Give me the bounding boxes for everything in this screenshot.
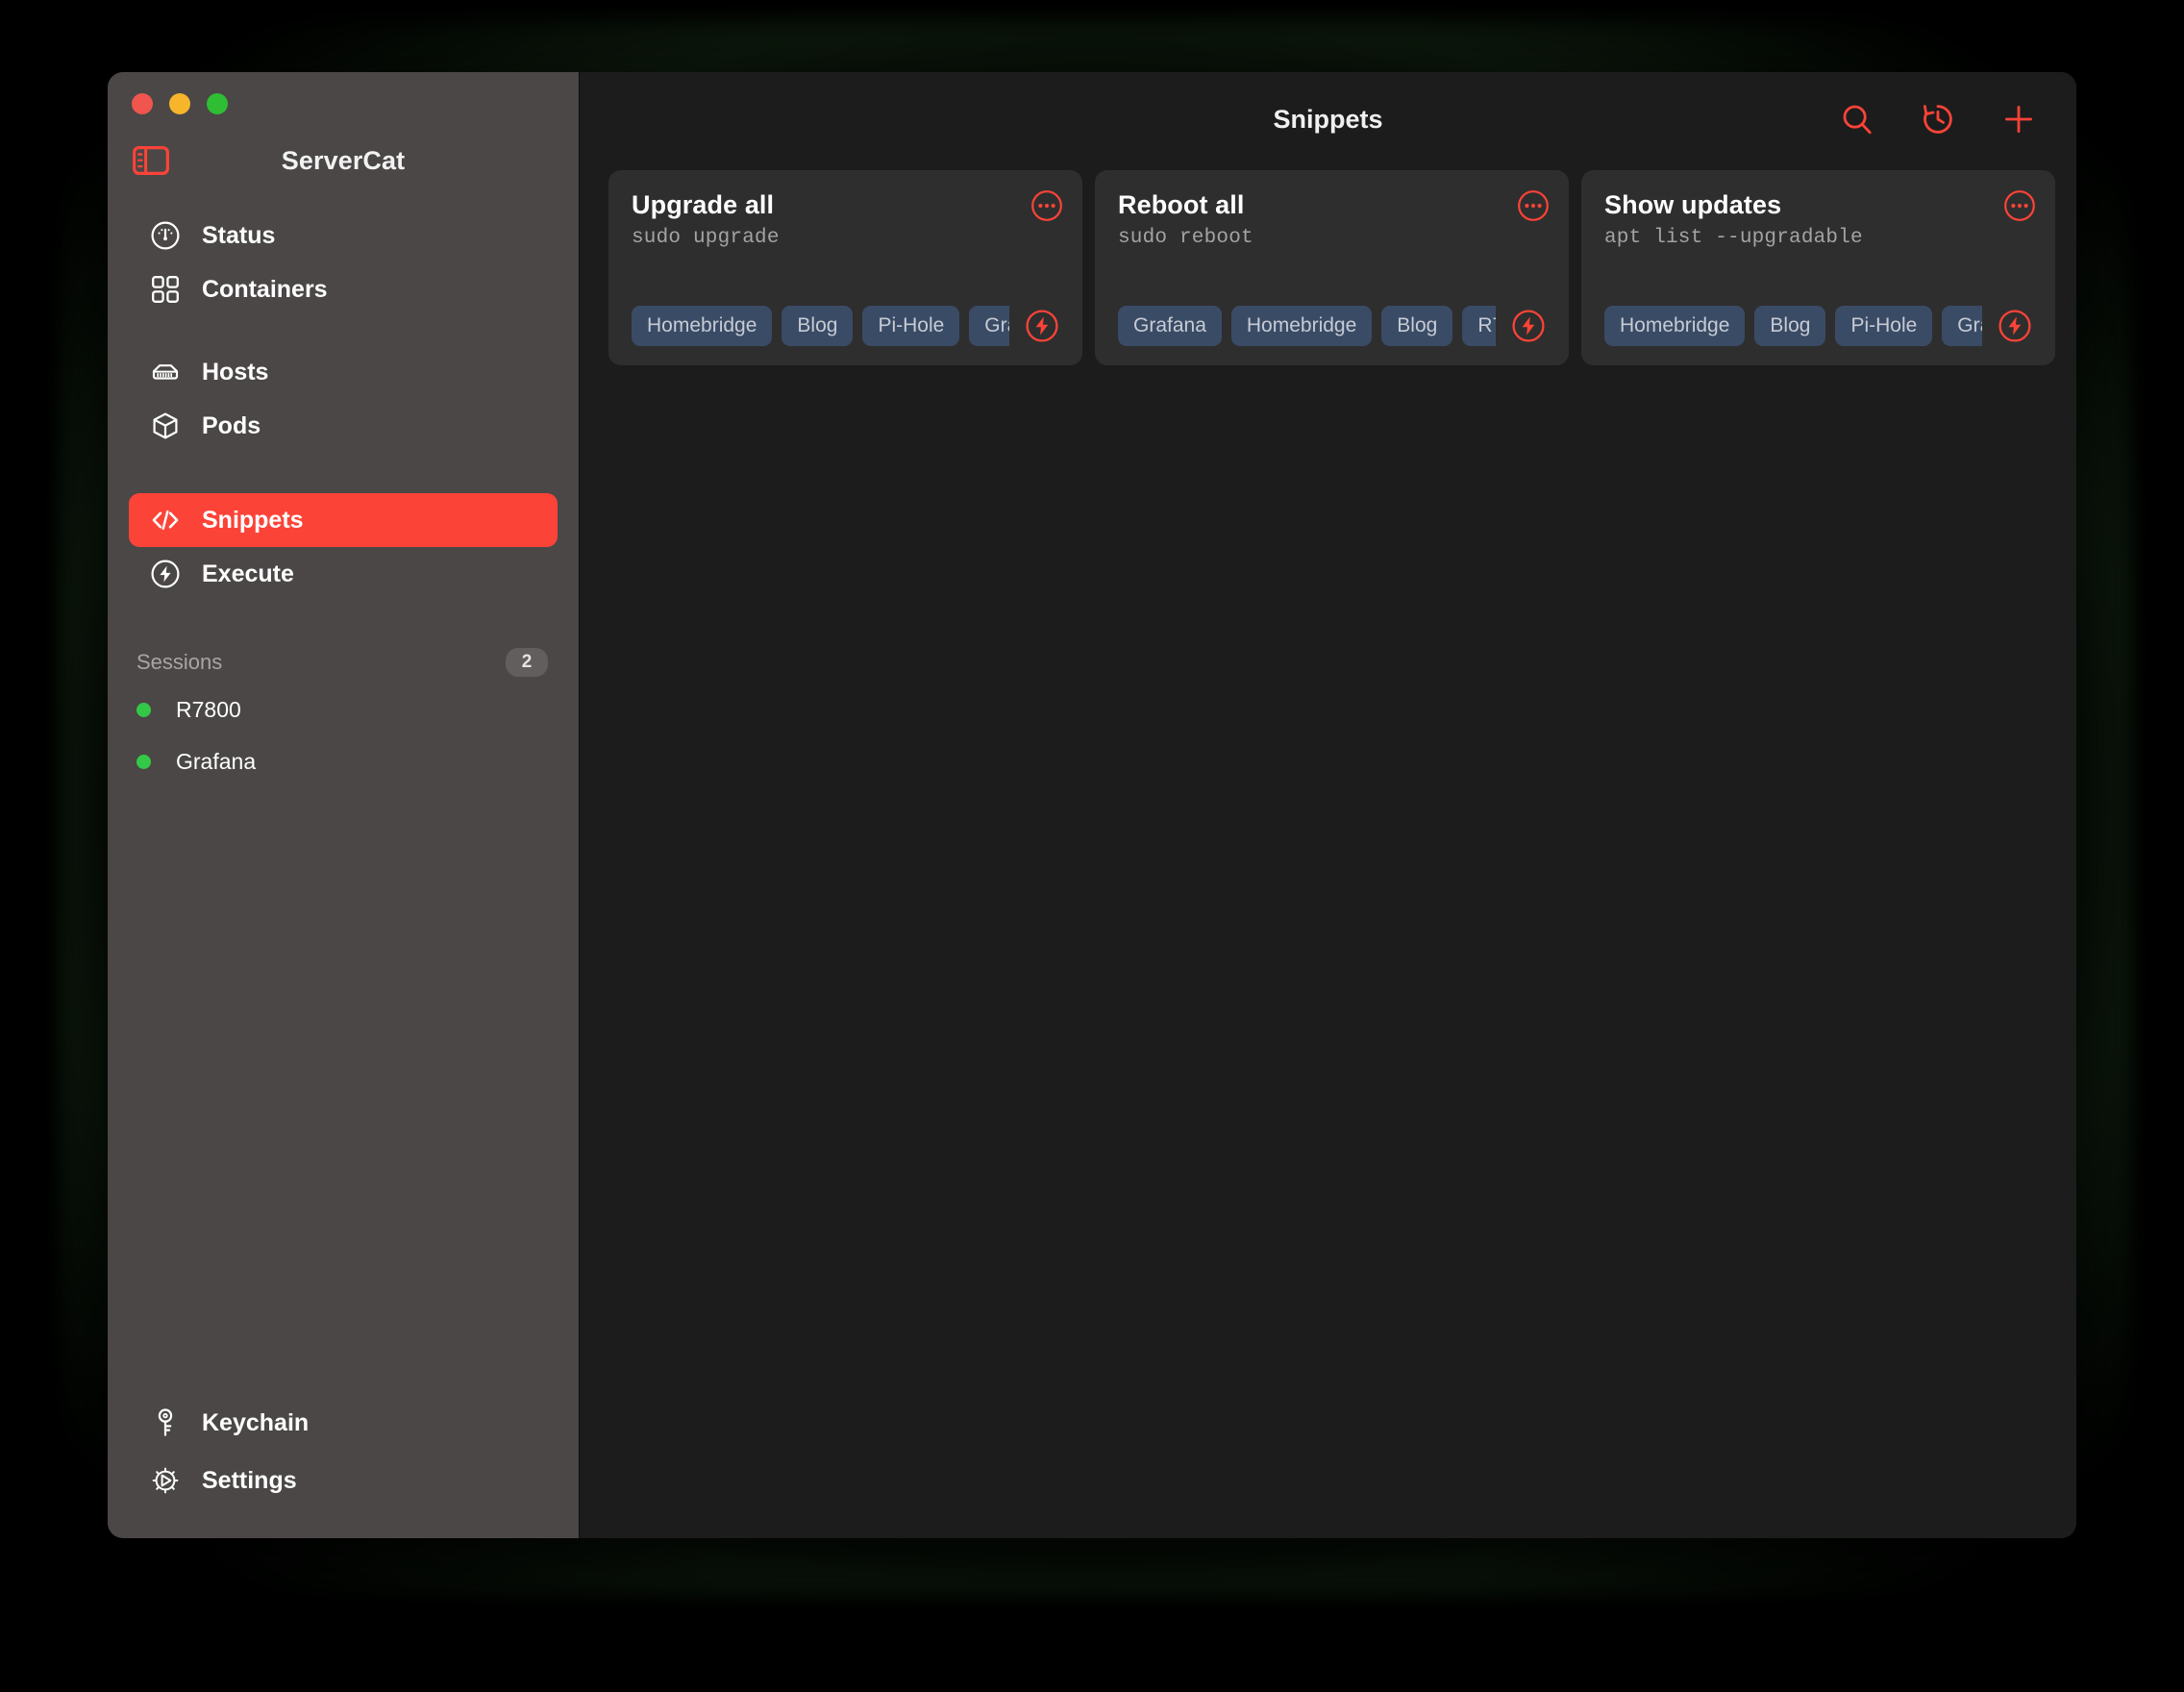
- sidebar: ServerCat Status Containers Hosts Pods S…: [108, 72, 580, 1538]
- key-icon: [150, 1407, 181, 1438]
- run-snippet-button[interactable]: [1025, 309, 1059, 343]
- sidebar-item-keychain[interactable]: Keychain: [129, 1394, 558, 1452]
- snippet-tags-row: Homebridge Blog Pi-Hole Grafana: [1604, 306, 2032, 346]
- snippet-tags-row: Grafana Homebridge Blog R7800: [1118, 306, 1546, 346]
- sidebar-item-execute[interactable]: Execute: [129, 547, 558, 601]
- snippet-command: sudo reboot: [1118, 227, 1253, 250]
- sidebar-item-label: Status: [202, 221, 276, 249]
- minimize-button[interactable]: [169, 93, 190, 114]
- snippet-command: apt list --upgradable: [1604, 227, 1863, 250]
- app-title: ServerCat: [281, 145, 406, 175]
- snippets-grid: Upgrade all sudo upgrade Homebridge Blog…: [580, 166, 2076, 365]
- code-icon: [150, 505, 181, 535]
- sessions-header: Sessions 2: [108, 641, 579, 684]
- session-item[interactable]: Grafana: [108, 735, 579, 787]
- sidebar-item-label: Pods: [202, 411, 261, 439]
- run-snippet-button[interactable]: [1998, 309, 2032, 343]
- main-content: Snippets Upgrade all sudo upgrade Homebr…: [580, 72, 2076, 1538]
- sidebar-item-label: Settings: [202, 1466, 297, 1494]
- sidebar-item-label: Keychain: [202, 1408, 310, 1436]
- tag-chip[interactable]: Blog: [782, 306, 854, 346]
- tag-chip[interactable]: Grafana: [1118, 306, 1222, 346]
- tag-chip[interactable]: Blog: [1754, 306, 1826, 346]
- sidebar-item-label: Execute: [202, 560, 294, 587]
- server-icon: [150, 357, 181, 387]
- sidebar-toggle-icon[interactable]: [133, 146, 169, 175]
- gear-icon: [150, 1465, 181, 1496]
- sessions-count-badge: 2: [506, 648, 548, 677]
- sidebar-item-hosts[interactable]: Hosts: [129, 345, 558, 399]
- tag-chip[interactable]: Grafana: [969, 306, 1009, 346]
- sessions-label: Sessions: [136, 650, 223, 674]
- snippet-tags: Homebridge Blog Pi-Hole Grafana: [632, 306, 1009, 346]
- sidebar-item-containers[interactable]: Containers: [129, 262, 558, 316]
- ellipsis-circle-icon[interactable]: [2003, 189, 2036, 222]
- sidebar-item-label: Containers: [202, 275, 328, 303]
- close-button[interactable]: [132, 93, 153, 114]
- desktop-backdrop: ServerCat Status Containers Hosts Pods S…: [0, 0, 2184, 1692]
- sidebar-item-snippets[interactable]: Snippets: [129, 493, 558, 547]
- snippet-tags: Grafana Homebridge Blog R7800: [1118, 306, 1496, 346]
- search-icon[interactable]: [1836, 98, 1878, 140]
- tag-chip[interactable]: Homebridge: [632, 306, 773, 346]
- grid-icon: [150, 274, 181, 305]
- run-snippet-button[interactable]: [1511, 309, 1546, 343]
- tag-chip[interactable]: Homebridge: [1230, 306, 1373, 346]
- sidebar-item-settings[interactable]: Settings: [129, 1452, 558, 1509]
- status-dot-online: [136, 754, 151, 769]
- session-name: R7800: [176, 696, 241, 722]
- toolbar: Snippets: [580, 72, 2076, 166]
- tag-chip[interactable]: Grafana: [1942, 306, 1982, 346]
- snippet-card[interactable]: Show updates apt list --upgradable Homeb…: [1581, 170, 2055, 365]
- snippet-title: Show updates: [1604, 190, 1782, 219]
- app-window: ServerCat Status Containers Hosts Pods S…: [108, 72, 2076, 1538]
- bolt-circle-icon: [150, 559, 181, 589]
- session-item[interactable]: R7800: [108, 684, 579, 735]
- tag-chip[interactable]: Pi-Hole: [862, 306, 960, 346]
- plus-icon[interactable]: [1998, 98, 2040, 140]
- session-name: Grafana: [176, 748, 257, 774]
- snippet-card[interactable]: Upgrade all sudo upgrade Homebridge Blog…: [608, 170, 1082, 365]
- sidebar-nav: Status Containers Hosts Pods Snippets Ex…: [108, 209, 579, 601]
- snippet-tags-row: Homebridge Blog Pi-Hole Grafana: [632, 306, 1059, 346]
- gauge-icon: [150, 220, 181, 251]
- sidebar-bottom-nav: Keychain Settings: [108, 1394, 579, 1538]
- snippet-title: Reboot all: [1118, 190, 1245, 219]
- history-icon[interactable]: [1917, 98, 1959, 140]
- ellipsis-circle-icon[interactable]: [1517, 189, 1550, 222]
- status-dot-online: [136, 702, 151, 717]
- zoom-button[interactable]: [207, 93, 228, 114]
- tag-chip[interactable]: R7800: [1462, 306, 1496, 346]
- snippet-card[interactable]: Reboot all sudo reboot Grafana Homebridg…: [1095, 170, 1569, 365]
- tag-chip[interactable]: Homebridge: [1604, 306, 1746, 346]
- tag-chip[interactable]: Pi-Hole: [1835, 306, 1933, 346]
- sidebar-item-status[interactable]: Status: [129, 209, 558, 262]
- snippet-tags: Homebridge Blog Pi-Hole Grafana: [1604, 306, 1982, 346]
- sidebar-item-label: Hosts: [202, 358, 269, 386]
- sidebar-item-label: Snippets: [202, 506, 304, 534]
- snippet-title: Upgrade all: [632, 190, 775, 219]
- window-traffic-lights: [108, 72, 579, 114]
- sidebar-header: ServerCat: [108, 130, 579, 191]
- tag-chip[interactable]: Blog: [1381, 306, 1453, 346]
- sidebar-item-pods[interactable]: Pods: [129, 399, 558, 453]
- cube-icon: [150, 411, 181, 441]
- toolbar-actions: [1836, 98, 2040, 140]
- ellipsis-circle-icon[interactable]: [1030, 189, 1063, 222]
- snippet-command: sudo upgrade: [632, 227, 780, 250]
